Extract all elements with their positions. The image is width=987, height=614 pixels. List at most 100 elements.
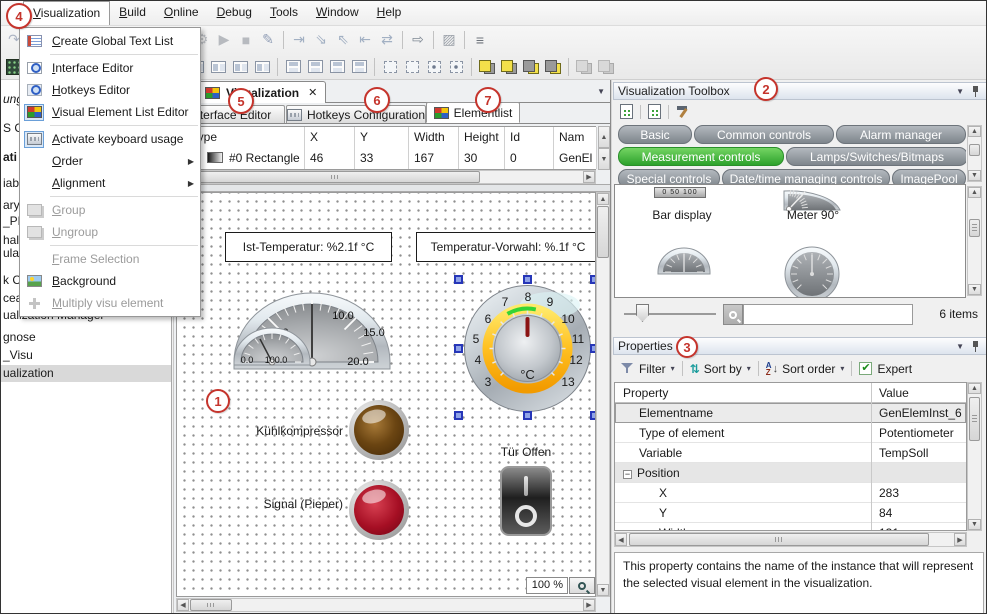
scroll-up-icon[interactable]: ▲ [968,383,981,394]
zoom-button[interactable] [569,577,595,594]
meter-small-gauge[interactable]: 0.0 100.0 [232,322,312,366]
meter-180-item-icon[interactable] [657,245,711,275]
align-middle-icon[interactable] [305,57,325,77]
distribute-right-icon[interactable] [230,57,250,77]
bar-display-item-icon[interactable]: 0 50 100 [654,187,706,198]
scroll-up-icon[interactable]: ▲ [968,126,981,137]
lamp-signal-pieper[interactable] [349,480,409,540]
filter-button[interactable]: Filter [639,362,666,376]
tab-visualization[interactable]: Visualization ✕ [196,81,326,103]
meter-90-item-label[interactable]: Meter 90° [773,208,853,222]
canvas-horizontal-scrollbar[interactable]: ◀ ▶ [176,598,596,612]
label-kuehlkompressor[interactable]: Kühlkompressor [233,424,343,438]
element-table-row[interactable]: #0 Rectangle4633167300GenEl [176,148,596,170]
table-horizontal-scrollbar[interactable]: ◀ ▶ [176,170,596,184]
scrollbar-thumb[interactable] [629,533,929,546]
scrollbar-thumb[interactable] [190,171,480,183]
slider-thumb[interactable] [636,304,649,322]
tree-item-gnose[interactable]: gnose [1,329,172,346]
label-signal-pieper[interactable]: Signal (Pieper) [233,497,343,511]
textfield-ist-temperatur[interactable]: Ist-Temperatur: %2.1f °C [225,232,392,262]
table-cell[interactable]: 167 [409,148,459,169]
table-cell[interactable]: GenEl [554,148,597,169]
bar-display-item-label[interactable]: Bar display [629,208,735,222]
same-width-icon[interactable] [402,57,422,77]
table-scroll-down-button[interactable]: ▼ [598,148,610,170]
scroll-right-icon[interactable]: ▶ [583,171,595,183]
send-to-back-icon[interactable] [543,57,563,77]
lamp-kuehlkompressor[interactable] [349,400,409,460]
scroll-left-icon[interactable]: ◀ [177,599,189,611]
search-button[interactable] [723,304,743,325]
properties-vertical-scrollbar[interactable]: ▲ ▼ [967,382,982,531]
scroll-down-icon[interactable]: ▼ [968,519,981,530]
menu-visualization[interactable]: Visualization [23,1,110,25]
table-header-cell[interactable]: Id [505,127,554,148]
bring-to-front-icon[interactable] [477,57,497,77]
property-row-type-of-element[interactable]: Type of elementPotentiometer [615,423,966,443]
tab-list-chevron-icon[interactable]: ▼ [597,87,605,96]
toolbox-tab-common-controls[interactable]: Common controls [694,125,834,144]
size-to-grid-icon[interactable] [380,57,400,77]
menu-item-activate-keyboard-usage[interactable]: Activate keyboard usage [20,128,200,150]
subtab-hotkeys-configuration[interactable]: Hotkeys Configuration [286,105,426,123]
table-scroll-up-button[interactable]: ▲ [598,126,610,148]
sort-by-button[interactable]: Sort by [704,362,742,376]
bring-forward-icon[interactable] [499,57,519,77]
selection-handle[interactable] [454,411,463,420]
table-header-cell[interactable]: X [305,127,355,148]
scroll-up-icon[interactable]: ▲ [968,187,981,198]
toolbox-tab-date-time-managing-controls[interactable]: Date/time managing controls [722,169,890,184]
table-cell[interactable]: 30 [459,148,505,169]
table-cell[interactable]: 46 [305,148,355,169]
column-property[interactable]: Property [615,383,872,403]
distribute-center-icon[interactable] [208,57,228,77]
menu-help[interactable]: Help [368,1,411,25]
tree-item-fragment[interactable]: ary [3,198,20,213]
scrollbar-thumb[interactable] [969,219,980,237]
selection-handle[interactable] [454,344,463,353]
dropdown-arrow-icon[interactable]: ▾ [840,364,844,373]
collapse-icon[interactable]: − [623,470,632,479]
property-row-y[interactable]: Y84 [615,503,966,523]
toolbox-tab-alarm-manager[interactable]: Alarm manager [836,125,966,144]
textfield-temperatur-vorwahl[interactable]: Temperatur-Vorwahl: %.1f °C [416,232,596,262]
scroll-down-icon[interactable]: ▼ [597,584,609,596]
menu-build[interactable]: Build [110,1,155,25]
pin-icon[interactable] [971,341,980,352]
menu-item-background[interactable]: Background [20,270,200,292]
dropdown-arrow-icon[interactable]: ▾ [747,364,751,373]
label-tuer-offen[interactable]: Tür Offen [494,445,558,459]
menu-tools[interactable]: Tools [261,1,307,25]
table-header-cell[interactable]: Nam [554,127,597,148]
tree-item-visu[interactable]: _Visu [1,347,172,364]
toolbox-tab-basic[interactable]: Basic [618,125,692,144]
menu-item-create-global-text-list[interactable]: Create Global Text List [20,30,200,52]
menu-debug[interactable]: Debug [208,1,261,25]
search-input[interactable] [743,304,913,325]
column-value[interactable]: Value [873,383,909,403]
dropdown-arrow-icon[interactable]: ▾ [671,364,675,373]
distribute-across-icon[interactable] [252,57,272,77]
menu-item-order[interactable]: Order▶ [20,150,200,172]
send-backward-icon[interactable] [521,57,541,77]
menu-item-alignment[interactable]: Alignment▶ [20,172,200,194]
collapse-chevron-icon[interactable]: ▼ [956,87,964,96]
property-row-position[interactable]: −Position [615,463,966,483]
scroll-down-icon[interactable]: ▼ [968,284,981,295]
properties-grid-header[interactable]: Property Value [615,383,966,403]
menu-window[interactable]: Window [307,1,368,25]
selection-handle[interactable] [523,411,532,420]
table-header-cell[interactable]: Height [459,127,505,148]
same-height-icon[interactable] [424,57,444,77]
toolbox-tab-lamps-switches-bitmaps[interactable]: Lamps/Switches/Bitmaps [786,147,966,166]
scroll-down-icon[interactable]: ▼ [968,170,981,181]
insert-elements-alt-icon[interactable] [648,104,661,119]
menu-item-hotkeys-editor[interactable]: Hotkeys Editor [20,79,200,101]
tree-item-fragment[interactable]: ati [3,150,17,165]
scrollbar-thumb[interactable] [969,144,980,156]
property-row-x[interactable]: X283 [615,483,966,503]
menu-item-interface-editor[interactable]: Interface Editor [20,57,200,79]
align-top-icon[interactable] [283,57,303,77]
customize-hammer-icon[interactable] [676,104,692,119]
